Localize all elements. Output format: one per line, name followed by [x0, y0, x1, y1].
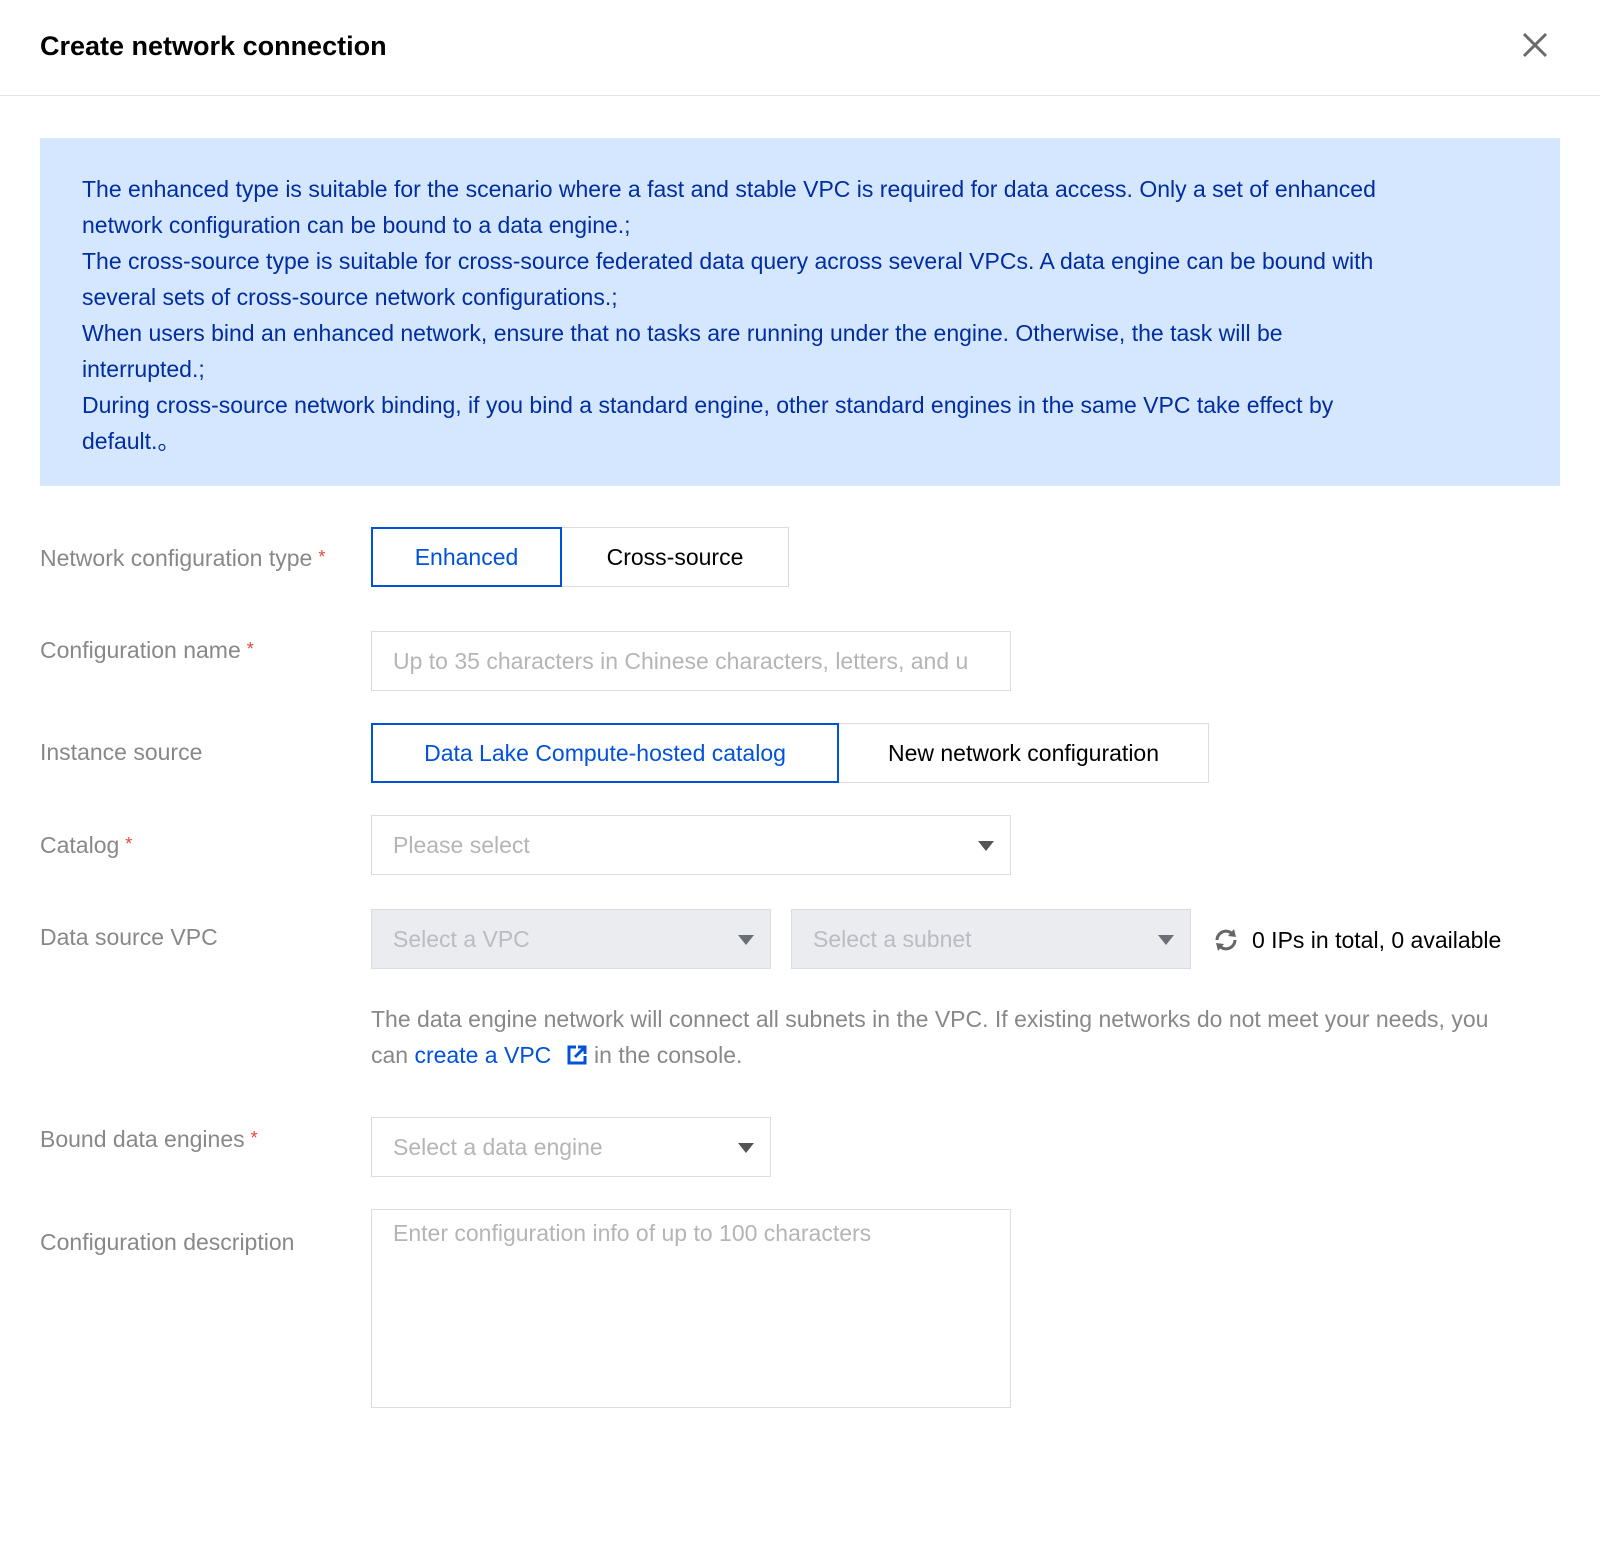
instance-source-label: Instance source	[40, 737, 202, 767]
vpc-label: Data source VPC	[40, 922, 218, 952]
vpc-label-text: Data source VPC	[40, 924, 218, 950]
description-label-text: Configuration description	[40, 1229, 295, 1255]
instance-source-hosted-catalog-option[interactable]: Data Lake Compute-hosted catalog	[371, 723, 839, 783]
dialog-header: Create network connection	[0, 0, 1600, 96]
vpc-help-text: The data engine network will connect all…	[371, 1001, 1571, 1073]
ip-info: 0 IPs in total, 0 available	[1212, 922, 1501, 958]
required-mark: *	[318, 547, 326, 567]
network-type-label-text: Network configuration type	[40, 545, 313, 571]
ip-info-text: 0 IPs in total, 0 available	[1252, 926, 1502, 953]
subnet-select[interactable]: Select a subnet	[791, 909, 1191, 969]
vpc-help-line: The data engine network will connect all…	[371, 1006, 1489, 1032]
notice-line: The cross-source type is suitable for cr…	[82, 248, 1374, 274]
network-type-cross-source-option[interactable]: Cross-source	[561, 527, 789, 587]
notice-line: The enhanced type is suitable for the sc…	[82, 176, 1376, 202]
notice-line: several sets of cross-source network con…	[82, 284, 618, 310]
required-mark: *	[250, 1128, 258, 1148]
notice-line: When users bind an enhanced network, ens…	[82, 320, 1283, 346]
required-mark: *	[125, 834, 133, 854]
subnet-placeholder: Select a subnet	[813, 926, 972, 952]
vpc-select[interactable]: Select a VPC	[371, 909, 771, 969]
chevron-down-icon	[978, 841, 994, 851]
chevron-down-icon	[738, 1143, 754, 1153]
catalog-select[interactable]: Please select	[371, 815, 1011, 875]
description-label: Configuration description	[40, 1227, 294, 1257]
description-placeholder: Enter configuration info of up to 100 ch…	[393, 1220, 872, 1246]
refresh-icon	[1215, 929, 1237, 951]
vpc-help-can: can	[371, 1042, 415, 1068]
required-mark: *	[246, 639, 254, 659]
notice-line: interrupted.;	[82, 356, 205, 382]
engines-label-text: Bound data engines	[40, 1126, 245, 1152]
instance-source-label-text: Instance source	[40, 739, 203, 765]
catalog-label-text: Catalog	[40, 832, 120, 858]
catalog-label: Catalog *	[40, 829, 132, 860]
config-name-placeholder: Up to 35 characters in Chinese character…	[393, 648, 969, 674]
external-link-icon	[567, 1045, 587, 1065]
engine-placeholder: Select a data engine	[393, 1134, 603, 1160]
vpc-placeholder: Select a VPC	[393, 926, 530, 952]
engines-label: Bound data engines *	[40, 1123, 258, 1154]
create-vpc-link-text: create a VPC	[414, 1042, 552, 1068]
chevron-down-icon	[738, 935, 754, 945]
vpc-help-line-2: can create a VPC in the console.	[371, 1037, 1571, 1073]
catalog-placeholder: Please select	[393, 832, 530, 858]
close-icon	[1522, 32, 1548, 58]
close-button[interactable]	[1518, 28, 1552, 62]
vpc-help-suffix: in the console.	[587, 1042, 743, 1068]
info-notice: The enhanced type is suitable for the sc…	[40, 138, 1560, 486]
refresh-button[interactable]	[1212, 926, 1240, 954]
create-vpc-link[interactable]: create a VPC	[414, 1042, 587, 1068]
dialog-title: Create network connection	[40, 31, 387, 61]
network-type-enhanced-option[interactable]: Enhanced	[371, 527, 562, 587]
engine-select[interactable]: Select a data engine	[371, 1117, 771, 1177]
config-name-label-text: Configuration name	[40, 637, 241, 663]
config-name-input[interactable]: Up to 35 characters in Chinese character…	[371, 631, 1011, 691]
network-type-label: Network configuration type *	[40, 542, 325, 573]
chevron-down-icon	[1158, 935, 1174, 945]
instance-source-new-network-option[interactable]: New network configuration	[838, 723, 1209, 783]
description-textarea[interactable]: Enter configuration info of up to 100 ch…	[371, 1209, 1011, 1408]
notice-line: default.。	[82, 428, 181, 454]
config-name-label: Configuration name *	[40, 634, 254, 665]
notice-line: network configuration can be bound to a …	[82, 212, 631, 238]
notice-line: During cross-source network binding, if …	[82, 392, 1334, 418]
